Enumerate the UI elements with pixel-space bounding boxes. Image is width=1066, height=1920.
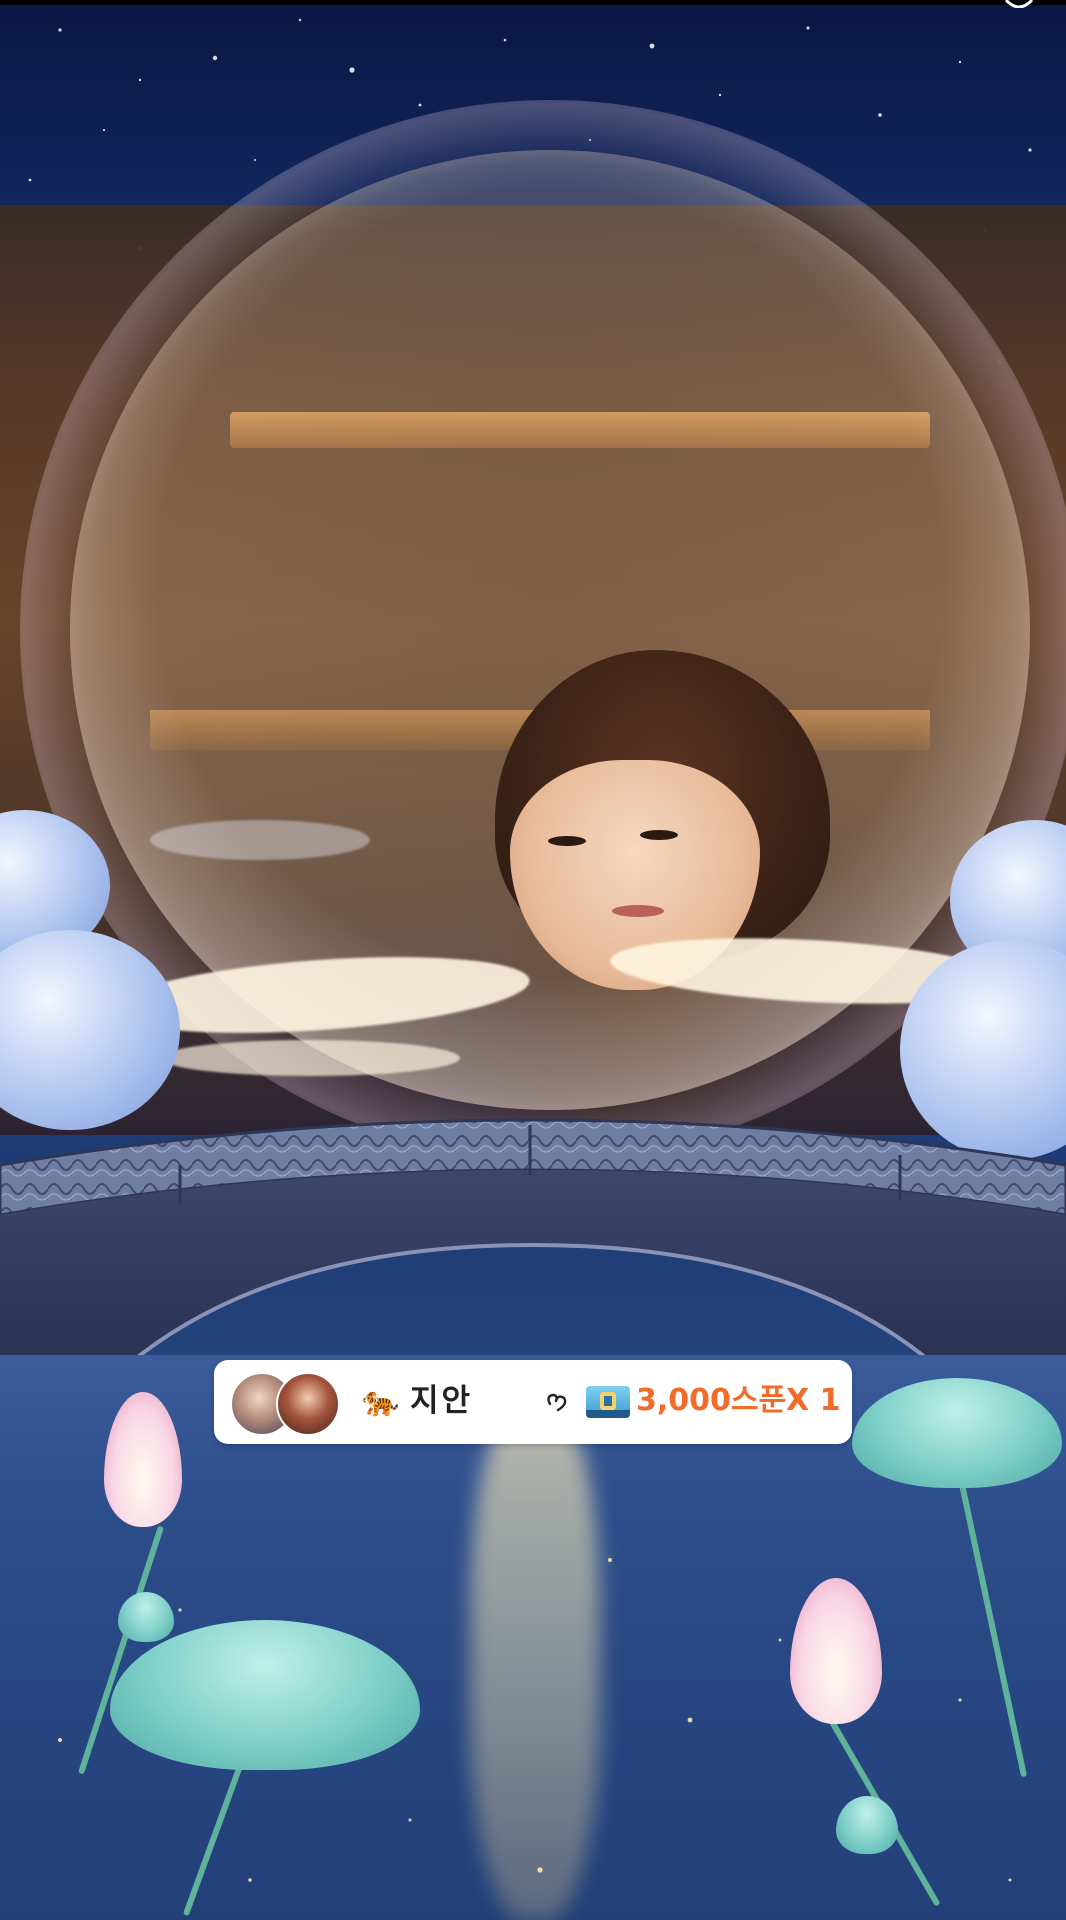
tiger-icon: 🐅 xyxy=(362,1384,400,1419)
spoon-gift-icon xyxy=(586,1386,630,1418)
heart-outline-icon xyxy=(547,1393,567,1412)
gift-notification[interactable]: 🐅 지안 3,000스푼 X 1 xyxy=(214,1360,852,1444)
gift-count: X 1 xyxy=(786,1383,841,1418)
avatar[interactable] xyxy=(276,1372,340,1436)
sender-name[interactable]: 지안 xyxy=(410,1378,473,1424)
live-stream-screen: 🐅 지안 3,000스푼 X 1 xyxy=(0,0,1066,1920)
gift-amount: 3,000스푼 xyxy=(636,1383,787,1418)
